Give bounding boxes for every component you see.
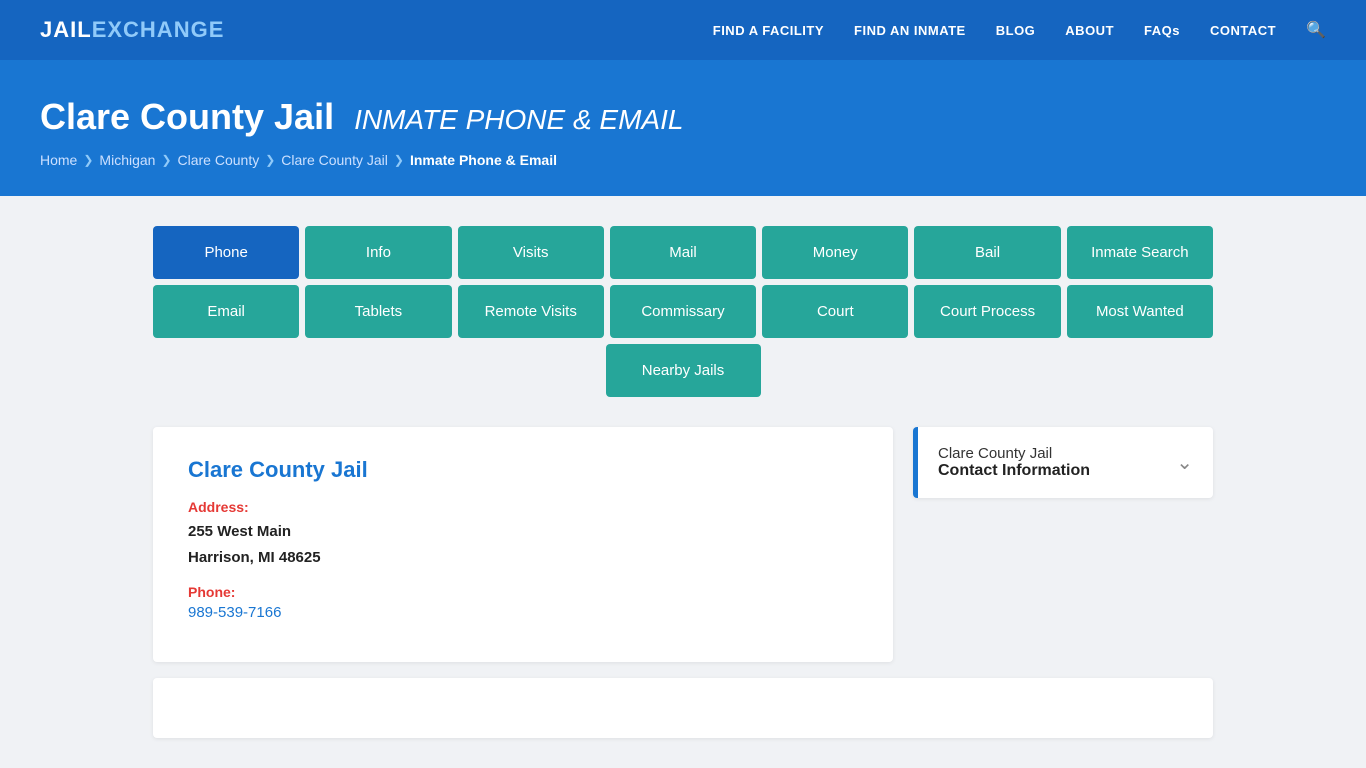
tab-money[interactable]: Money	[762, 226, 908, 279]
logo-exchange: EXCHANGE	[92, 17, 225, 43]
tab-court[interactable]: Court	[762, 285, 908, 338]
sidebar-title-block: Clare County Jail Contact Information	[938, 445, 1090, 480]
tab-mail[interactable]: Mail	[610, 226, 756, 279]
tab-nearby-jails[interactable]: Nearby Jails	[606, 344, 761, 397]
phone-label: Phone:	[188, 584, 858, 600]
search-icon[interactable]: 🔍	[1306, 20, 1326, 40]
content-section: Clare County Jail Address: 255 West Main…	[153, 427, 1213, 662]
breadcrumb-michigan[interactable]: Michigan	[99, 152, 155, 168]
chevron-down-icon[interactable]: ⌄	[1176, 450, 1193, 475]
breadcrumb-sep-2: ❯	[161, 153, 171, 167]
sidebar-title-bottom: Contact Information	[938, 462, 1090, 480]
tab-court-process[interactable]: Court Process	[914, 285, 1060, 338]
tab-bail[interactable]: Bail	[914, 226, 1060, 279]
tab-email[interactable]: Email	[153, 285, 299, 338]
nav-blog[interactable]: BLOG	[996, 23, 1036, 38]
address-line1: 255 West Main	[188, 523, 291, 540]
address-label: Address:	[188, 499, 858, 515]
breadcrumb-sep-4: ❯	[394, 153, 404, 167]
info-card: Clare County Jail Address: 255 West Main…	[153, 427, 893, 662]
nav-faqs[interactable]: FAQs	[1144, 23, 1180, 38]
tab-info[interactable]: Info	[305, 226, 451, 279]
page-title: Clare County Jail INMATE PHONE & EMAIL	[40, 96, 1326, 138]
nav-about[interactable]: ABOUT	[1065, 23, 1114, 38]
breadcrumb: Home ❯ Michigan ❯ Clare County ❯ Clare C…	[40, 152, 1326, 168]
tab-most-wanted[interactable]: Most Wanted	[1067, 285, 1213, 338]
address-line2: Harrison, MI 48625	[188, 549, 321, 566]
sidebar-card: Clare County Jail Contact Information ⌄	[913, 427, 1213, 498]
nav-find-facility[interactable]: FIND A FACILITY	[713, 23, 824, 38]
tab-tablets[interactable]: Tablets	[305, 285, 451, 338]
main-content: Phone Info Visits Mail Money Bail Inmate…	[133, 226, 1233, 738]
tab-row-3: Nearby Jails	[153, 344, 1213, 397]
site-header: JAILEXCHANGE FIND A FACILITY FIND AN INM…	[0, 0, 1366, 60]
tab-phone[interactable]: Phone	[153, 226, 299, 279]
tab-row-1: Phone Info Visits Mail Money Bail Inmate…	[153, 226, 1213, 279]
tab-commissary[interactable]: Commissary	[610, 285, 756, 338]
sidebar-title-top: Clare County Jail	[938, 445, 1090, 462]
site-logo[interactable]: JAILEXCHANGE	[40, 17, 224, 43]
address-text: 255 West Main Harrison, MI 48625	[188, 519, 858, 570]
page-title-main: Clare County Jail	[40, 96, 334, 137]
page-title-sub: INMATE PHONE & EMAIL	[354, 104, 683, 135]
breadcrumb-sep-1: ❯	[83, 153, 93, 167]
logo-jail: JAIL	[40, 17, 92, 43]
tab-remote-visits[interactable]: Remote Visits	[458, 285, 604, 338]
info-card-title: Clare County Jail	[188, 457, 858, 483]
tab-visits[interactable]: Visits	[458, 226, 604, 279]
breadcrumb-county[interactable]: Clare County	[178, 152, 260, 168]
main-nav: FIND A FACILITY FIND AN INMATE BLOG ABOU…	[713, 20, 1326, 40]
nav-find-inmate[interactable]: FIND AN INMATE	[854, 23, 966, 38]
nav-contact[interactable]: CONTACT	[1210, 23, 1276, 38]
breadcrumb-sep-3: ❯	[265, 153, 275, 167]
breadcrumb-jail[interactable]: Clare County Jail	[281, 152, 388, 168]
bottom-card	[153, 678, 1213, 738]
breadcrumb-home[interactable]: Home	[40, 152, 77, 168]
breadcrumb-current: Inmate Phone & Email	[410, 152, 557, 168]
hero-banner: Clare County Jail INMATE PHONE & EMAIL H…	[0, 60, 1366, 196]
sidebar-card-header[interactable]: Clare County Jail Contact Information ⌄	[913, 427, 1213, 498]
tab-inmate-search[interactable]: Inmate Search	[1067, 226, 1213, 279]
tab-row-2: Email Tablets Remote Visits Commissary C…	[153, 285, 1213, 338]
phone-number[interactable]: 989-539-7166	[188, 604, 281, 621]
